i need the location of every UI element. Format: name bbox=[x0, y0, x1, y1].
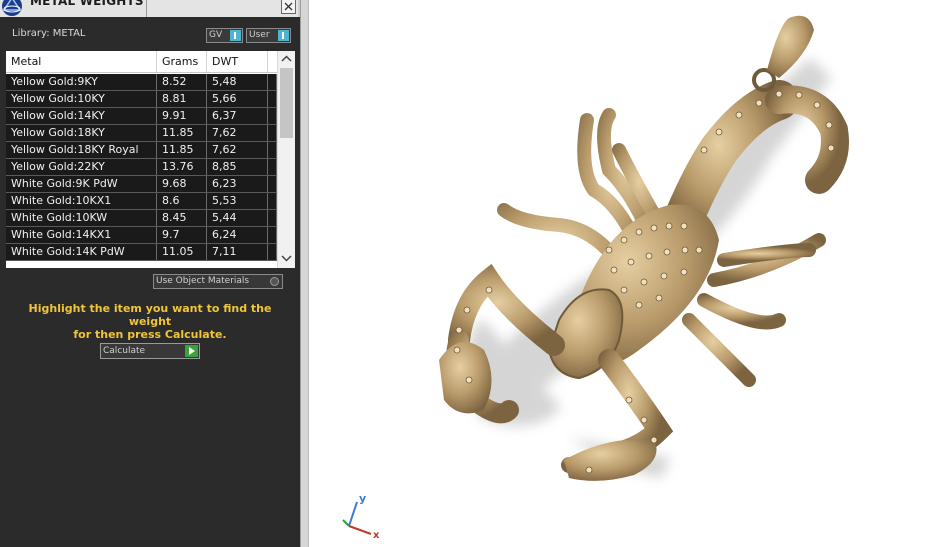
cell-spacer bbox=[268, 159, 277, 175]
cell-spacer bbox=[268, 210, 277, 226]
table-row[interactable]: Yellow Gold:14KY 9.91 6,37 bbox=[6, 108, 277, 125]
cell-grams: 9.7 bbox=[157, 227, 207, 243]
title-divider bbox=[146, 0, 147, 17]
metal-weights-panel: METAL WEIGHTS Library: METAL GV User Met… bbox=[0, 0, 300, 547]
cell-grams: 8.45 bbox=[157, 210, 207, 226]
instruction-text: Highlight the item you want to find the … bbox=[10, 302, 290, 341]
scorpion-pendant-render bbox=[439, 15, 849, 481]
table-header: Metal Grams DWT bbox=[6, 51, 277, 73]
cell-metal: Yellow Gold:22KY bbox=[6, 159, 157, 175]
toggle-indicator-icon bbox=[230, 30, 241, 41]
table-row[interactable]: Yellow Gold:9KY 8.52 5,48 bbox=[6, 74, 277, 91]
cell-dwt: 5,48 bbox=[207, 74, 268, 90]
cell-grams: 8.6 bbox=[157, 193, 207, 209]
table-row[interactable]: Yellow Gold:18KY 11.85 7,62 bbox=[6, 125, 277, 142]
cell-spacer bbox=[268, 227, 277, 243]
axis-x-label: x bbox=[373, 530, 380, 540]
calculate-label: Calculate bbox=[103, 346, 146, 356]
cell-metal: White Gold:9K PdW bbox=[6, 176, 157, 192]
cell-metal: Yellow Gold:10KY bbox=[6, 91, 157, 107]
cell-grams: 11.85 bbox=[157, 125, 207, 141]
gv-toggle[interactable]: GV bbox=[206, 28, 243, 43]
cell-grams: 11.85 bbox=[157, 142, 207, 158]
cell-dwt: 5,53 bbox=[207, 193, 268, 209]
cell-spacer bbox=[268, 108, 277, 124]
play-icon[interactable] bbox=[185, 345, 198, 357]
cell-grams: 13.76 bbox=[157, 159, 207, 175]
table-scrollbar[interactable] bbox=[277, 51, 295, 268]
cell-metal: White Gold:10KX1 bbox=[6, 193, 157, 209]
3d-viewport[interactable]: y x bbox=[309, 0, 949, 547]
use-object-materials-label: Use Object Materials bbox=[156, 276, 250, 286]
cell-spacer bbox=[268, 193, 277, 209]
cell-metal: White Gold:10KW bbox=[6, 210, 157, 226]
metal-table: Metal Grams DWT Yellow Gold:9KY 8.52 5,48 Y… bbox=[6, 51, 295, 268]
table-row[interactable]: Yellow Gold:18KY Royal 11.85 7,62 bbox=[6, 142, 277, 159]
table-rows: Yellow Gold:9KY 8.52 5,48 Yellow Gold:10KY 8… bbox=[6, 74, 277, 261]
cell-dwt: 7,62 bbox=[207, 125, 268, 141]
cell-metal: Yellow Gold:14KY bbox=[6, 108, 157, 124]
cell-grams: 8.81 bbox=[157, 91, 207, 107]
table-row[interactable]: White Gold:9K PdW 9.68 6,23 bbox=[6, 176, 277, 193]
cell-metal: Yellow Gold:18KY bbox=[6, 125, 157, 141]
table-row[interactable]: White Gold:10KW 8.45 5,44 bbox=[6, 210, 277, 227]
cell-spacer bbox=[268, 125, 277, 141]
cell-dwt: 6,37 bbox=[207, 108, 268, 124]
toggle-indicator-icon bbox=[278, 30, 289, 41]
cell-grams: 8.52 bbox=[157, 74, 207, 90]
table-row[interactable]: White Gold:14KX1 9.7 6,24 bbox=[6, 227, 277, 244]
axis-y-label: y bbox=[359, 492, 366, 505]
cell-metal: Yellow Gold:9KY bbox=[6, 74, 157, 90]
cell-dwt: 6,23 bbox=[207, 176, 268, 192]
cell-metal: White Gold:14K PdW bbox=[6, 244, 157, 260]
header-dwt[interactable]: DWT bbox=[207, 51, 268, 73]
cell-grams: 11.05 bbox=[157, 244, 207, 260]
cell-spacer bbox=[268, 142, 277, 158]
close-button[interactable] bbox=[281, 0, 296, 14]
cell-dwt: 7,62 bbox=[207, 142, 268, 158]
cell-metal: Yellow Gold:18KY Royal bbox=[6, 142, 157, 158]
cell-dwt: 8,85 bbox=[207, 159, 268, 175]
cell-grams: 9.68 bbox=[157, 176, 207, 192]
cell-spacer bbox=[268, 244, 277, 260]
panel-splitter[interactable] bbox=[300, 0, 309, 547]
app-logo-icon bbox=[0, 0, 24, 18]
table-row[interactable]: Yellow Gold:22KY 13.76 8,85 bbox=[6, 159, 277, 176]
instruction-line-1: Highlight the item you want to find the … bbox=[28, 302, 272, 328]
cell-dwt: 5,44 bbox=[207, 210, 268, 226]
panel-title: METAL WEIGHTS bbox=[30, 0, 144, 8]
cell-dwt: 5,66 bbox=[207, 91, 268, 107]
axis-triad-icon: y x bbox=[342, 492, 380, 540]
scroll-down-icon[interactable] bbox=[281, 254, 292, 262]
header-grams[interactable]: Grams bbox=[157, 51, 207, 73]
gv-toggle-label: GV bbox=[209, 30, 223, 40]
cell-spacer bbox=[268, 74, 277, 90]
cell-spacer bbox=[268, 176, 277, 192]
library-label: Library: METAL bbox=[12, 28, 86, 39]
table-row[interactable]: White Gold:10KX1 8.6 5,53 bbox=[6, 193, 277, 210]
panel-titlebar: METAL WEIGHTS bbox=[0, 0, 300, 17]
use-object-materials-option[interactable]: Use Object Materials bbox=[153, 274, 283, 289]
header-metal[interactable]: Metal bbox=[6, 51, 157, 73]
cell-metal: White Gold:14KX1 bbox=[6, 227, 157, 243]
cell-dwt: 7,11 bbox=[207, 244, 268, 260]
cell-grams: 9.91 bbox=[157, 108, 207, 124]
table-row[interactable]: White Gold:14K PdW 11.05 7,11 bbox=[6, 244, 277, 261]
scrollbar-thumb[interactable] bbox=[280, 68, 293, 138]
calculate-button[interactable]: Calculate bbox=[100, 343, 200, 359]
user-toggle-label: User bbox=[249, 30, 270, 40]
cell-spacer bbox=[268, 91, 277, 107]
close-icon bbox=[284, 2, 293, 11]
radio-icon[interactable] bbox=[270, 277, 279, 286]
instruction-line-2: for then press Calculate. bbox=[73, 328, 227, 341]
scroll-up-icon[interactable] bbox=[281, 55, 292, 63]
table-row[interactable]: Yellow Gold:10KY 8.81 5,66 bbox=[6, 91, 277, 108]
user-toggle[interactable]: User bbox=[246, 28, 291, 43]
cell-dwt: 6,24 bbox=[207, 227, 268, 243]
